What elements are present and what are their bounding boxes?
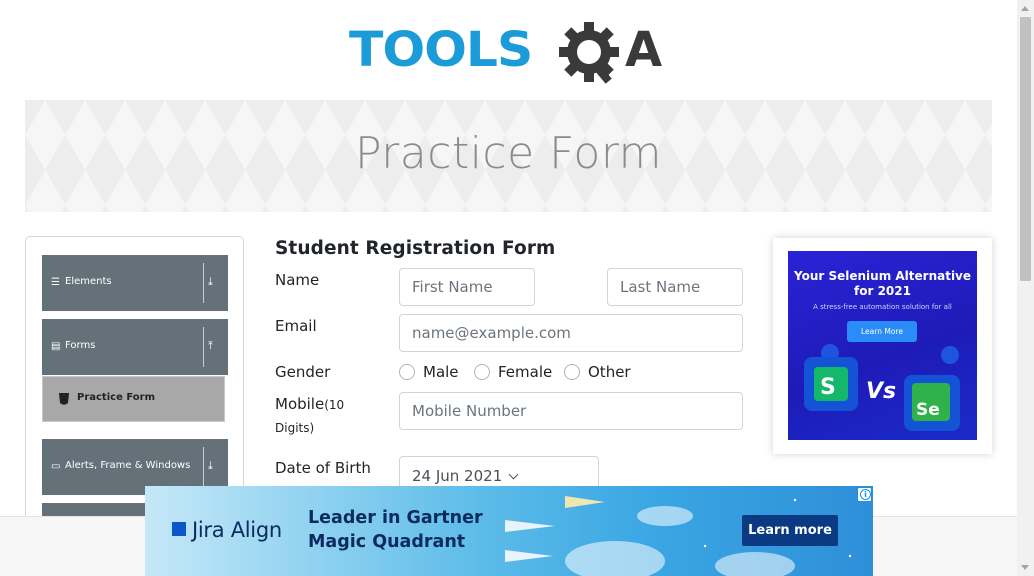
download-arrow-icon: ⤓ (208, 275, 213, 288)
sidebar-group-forms[interactable]: ▤ Forms ⤒ (42, 319, 228, 375)
ad-headline: Leader in Gartner Magic Quadrant (308, 508, 483, 552)
html5-icon (59, 393, 69, 405)
scrollbar-thumb[interactable] (1020, 17, 1031, 281)
email-label: Email (275, 317, 317, 335)
gender-other-radio[interactable] (564, 364, 580, 380)
gender-male-radio[interactable] (399, 364, 415, 380)
vertical-scrollbar[interactable] (1017, 0, 1034, 576)
side-ad[interactable]: Your Selenium Alternative for 2021 A stre… (788, 251, 977, 440)
download-arrow-icon: ⤓ (208, 459, 213, 472)
scroll-up-arrow-icon[interactable] (1021, 6, 1029, 11)
sidebar-item-practice-form[interactable]: Practice Form (42, 376, 225, 422)
ad-vs-text: Vs (866, 379, 897, 404)
last-name-input[interactable]: Last Name (607, 268, 743, 306)
right-product-logo: Se (916, 400, 940, 420)
email-input[interactable]: name@example.com (399, 314, 743, 352)
dob-label: Date of Birth (275, 459, 371, 477)
divider (203, 447, 204, 487)
gender-male-label[interactable]: Male (423, 363, 459, 381)
left-product-logo: S (820, 375, 836, 400)
window-icon: ▭ (51, 461, 61, 472)
info-icon[interactable]: i (857, 487, 872, 502)
jira-align-logo-icon (172, 522, 186, 536)
toolsqa-logo[interactable]: TOOLS A (349, 16, 679, 92)
divider (203, 327, 204, 367)
document-icon: ▤ (51, 341, 61, 352)
chevron-down-icon (508, 469, 519, 479)
name-label: Name (275, 271, 320, 289)
page-title: Practice Form (354, 128, 663, 179)
gender-female-radio[interactable] (474, 364, 490, 380)
mobile-hint: Digits) (275, 421, 315, 435)
dob-value: 24 Jun 2021 (412, 467, 503, 485)
logo-text-tools: TOOLS (349, 21, 532, 78)
scroll-down-arrow-icon[interactable] (1021, 565, 1029, 570)
menu-icon: ☰ (51, 277, 60, 288)
ad-illustration: S Se (804, 344, 960, 431)
page-banner: Practice Form (25, 100, 992, 212)
first-name-input[interactable]: First Name (399, 268, 535, 306)
page: TOOLS A Practice Form ☰ Elements ⤓ ▤ For… (0, 0, 1034, 576)
sidebar-group-elements[interactable]: ☰ Elements ⤓ (42, 255, 228, 311)
sidebar-group-label: Elements (65, 276, 112, 287)
ad-learn-more-button[interactable]: Learn more (742, 515, 838, 546)
sidebar-item-label: Practice Form (77, 392, 155, 403)
gender-label: Gender (275, 363, 331, 381)
jira-align-brand: Jira Align (192, 518, 282, 542)
upload-arrow-icon: ⤒ (208, 339, 213, 352)
form-heading: Student Registration Form (275, 238, 556, 259)
divider (203, 263, 204, 303)
sidebar-group-label: Forms (65, 340, 96, 351)
mobile-label: Mobile(10 (275, 395, 345, 413)
gender-other-label[interactable]: Other (588, 363, 631, 381)
gender-female-label[interactable]: Female (498, 363, 552, 381)
logo-text-a: A (625, 22, 662, 78)
sidebar-group-label: Alerts, Frame & Windows (65, 460, 191, 471)
bottom-ad[interactable]: Jira Align Leader in Gartner Magic Quadra… (145, 486, 873, 576)
mobile-input[interactable]: Mobile Number (399, 392, 743, 430)
logo-gear-icon (559, 22, 619, 84)
